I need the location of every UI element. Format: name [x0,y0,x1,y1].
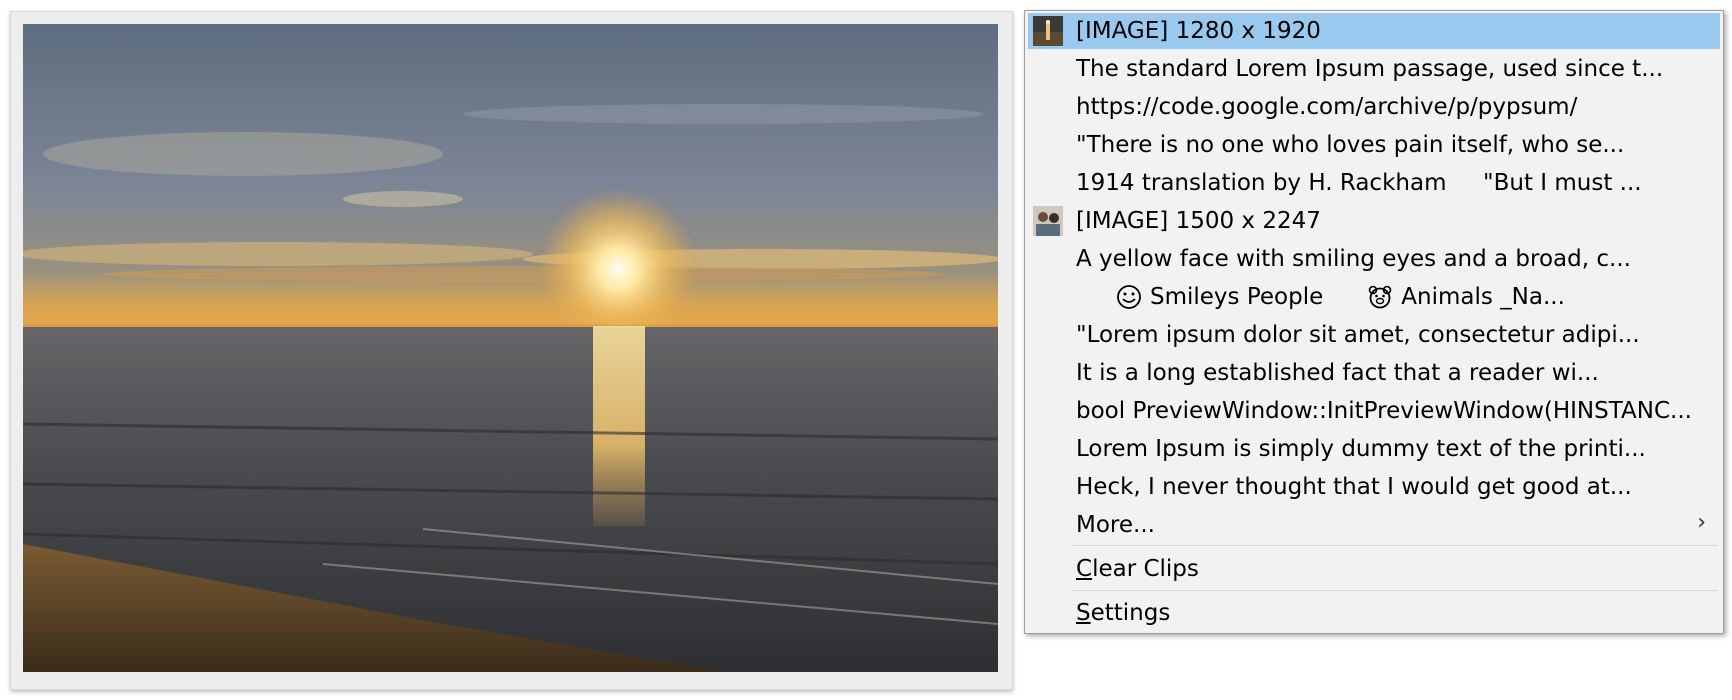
menu-item-label: Smileys People Animals _Na... [1076,283,1565,311]
bear-face-icon [1368,285,1392,309]
smiley-face-icon [1117,285,1141,309]
menu-item-text-clip[interactable]: "There is no one who loves pain itself, … [1028,127,1720,163]
emoji-category-smileys: Smileys People [1150,284,1324,310]
menu-item-text-clip[interactable]: The standard Lorem Ipsum passage, used s… [1028,51,1720,87]
menu-item-image-1280x1920[interactable]: [IMAGE] 1280 x 1920 [1028,13,1720,49]
emoji-category-animals: Animals _Na... [1401,284,1565,310]
clear-clips-item[interactable]: Clear Clips [1028,551,1720,587]
menu-item-text-clip[interactable]: It is a long established fact that a rea… [1028,355,1720,391]
menu-item-label: Heck, I never thought that I would get g… [1076,474,1632,500]
menu-item-label: "There is no one who loves pain itself, … [1076,132,1625,158]
menu-item-text-clip[interactable]: "Lorem ipsum dolor sit amet, consectetur… [1028,317,1720,353]
more-submenu-item[interactable]: More... › [1028,507,1720,543]
menu-item-emoji-clip[interactable]: Smileys People Animals _Na... [1028,279,1720,315]
menu-item-label: bool PreviewWindow::InitPreviewWindow(HI… [1076,398,1692,424]
menu-item-label: [IMAGE] 1280 x 1920 [1076,18,1321,44]
settings-item[interactable]: Settings [1028,595,1720,631]
sunrise-over-ocean-image [23,24,998,672]
menu-item-text-clip[interactable]: https://code.google.com/archive/p/pypsum… [1028,89,1720,125]
menu-item-text-clip[interactable]: bool PreviewWindow::InitPreviewWindow(HI… [1028,393,1720,429]
settings-label: Settings [1076,600,1171,626]
menu-item-label: "Lorem ipsum dolor sit amet, consectetur… [1076,322,1640,348]
menu-item-label: It is a long established fact that a rea… [1076,360,1599,386]
menu-item-label: A yellow face with smiling eyes and a br… [1076,246,1631,272]
menu-item-label: https://code.google.com/archive/p/pypsum… [1076,94,1578,120]
clipboard-history-menu: [IMAGE] 1280 x 1920 The standard Lorem I… [1024,10,1724,634]
menu-separator [1071,545,1718,546]
people-photo-thumbnail [1033,206,1063,236]
menu-item-label: The standard Lorem Ipsum passage, used s… [1076,56,1664,82]
chevron-right-icon: › [1697,510,1706,535]
menu-item-text-clip[interactable]: Heck, I never thought that I would get g… [1028,469,1720,505]
menu-item-text-clip[interactable]: 1914 translation by H. Rackham "But I mu… [1028,165,1720,201]
menu-item-text-clip[interactable]: A yellow face with smiling eyes and a br… [1028,241,1720,277]
menu-separator [1071,590,1718,591]
menu-item-label: Lorem Ipsum is simply dummy text of the … [1076,436,1646,462]
clear-clips-label: Clear Clips [1076,556,1199,582]
menu-item-image-1500x2247[interactable]: [IMAGE] 1500 x 2247 [1028,203,1720,239]
lighthouse-thumbnail [1033,16,1063,46]
clip-preview-panel [10,11,1013,690]
more-label: More... [1076,512,1155,538]
menu-item-label: [IMAGE] 1500 x 2247 [1076,208,1321,234]
menu-item-text-clip[interactable]: Lorem Ipsum is simply dummy text of the … [1028,431,1720,467]
menu-item-label: 1914 translation by H. Rackham "But I mu… [1076,170,1642,196]
